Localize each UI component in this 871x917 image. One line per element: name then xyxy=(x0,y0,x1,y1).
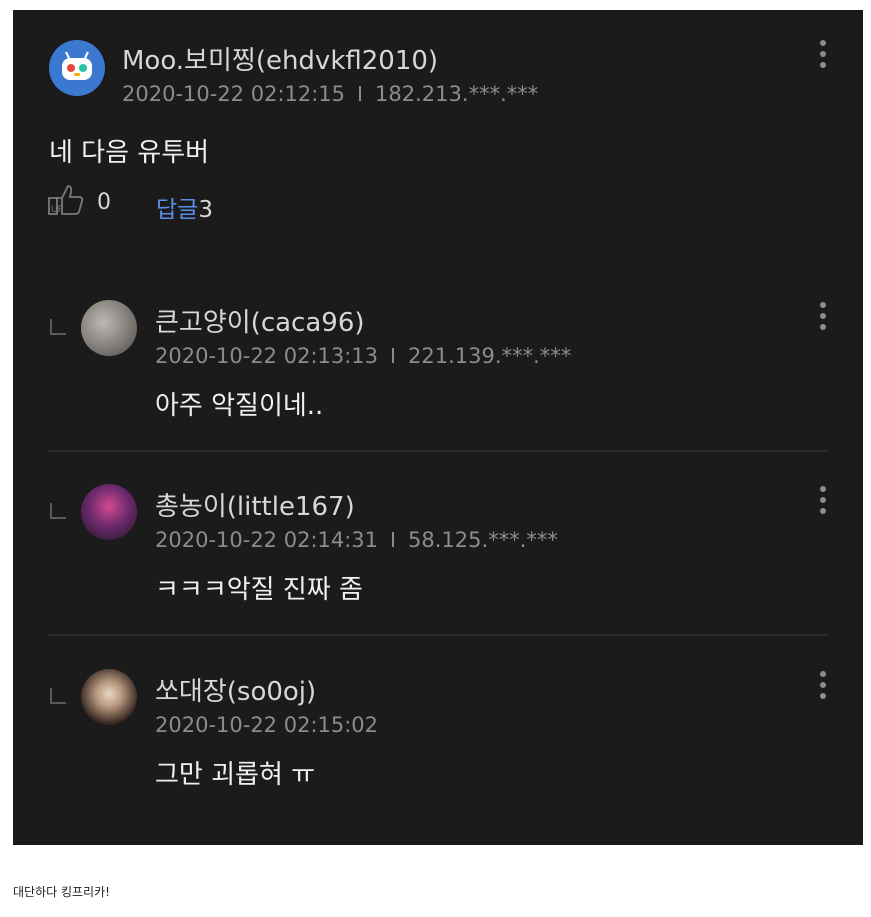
divider xyxy=(48,634,828,636)
comment-author[interactable]: Moo.보미찡(ehdvkfl2010) xyxy=(122,40,438,77)
avatar[interactable] xyxy=(81,300,137,356)
meta-separator xyxy=(392,348,395,363)
reply-indicator-icon xyxy=(50,688,66,704)
post-caption: 대단하다 킹프리카! xyxy=(13,885,110,899)
reply-more-menu-icon[interactable] xyxy=(813,298,833,334)
svg-text:UP: UP xyxy=(51,205,64,215)
reply-text: 그만 괴롭혀 ㅠ xyxy=(155,760,316,790)
reply-link-label: 답글 xyxy=(156,197,199,223)
comment-text: 네 다음 유투버 xyxy=(49,138,210,168)
reply-text: 아주 악질이네.. xyxy=(155,391,324,421)
reply-date: 2020-10-22 02:15:02 xyxy=(155,713,379,737)
divider xyxy=(48,450,828,452)
avatar[interactable] xyxy=(81,484,137,540)
reply-count: 3 xyxy=(198,197,213,223)
comment-ip: 182.213.***.*** xyxy=(375,82,539,106)
reply-ip: 58.125.***.*** xyxy=(408,528,558,552)
reply-meta: 2020-10-22 02:13:13 221.139.***.*** xyxy=(155,344,571,368)
reply-date: 2020-10-22 02:13:13 xyxy=(155,344,379,368)
reply-indicator-icon xyxy=(50,319,66,335)
reply-author[interactable]: 큰고양이(caca96) xyxy=(155,302,365,339)
reply-author[interactable]: 총농이(little167) xyxy=(155,486,355,523)
like-count: 0 xyxy=(97,190,111,215)
reply-indicator-icon xyxy=(50,503,66,519)
like-button[interactable]: UP 0 xyxy=(46,180,116,220)
comment-date: 2020-10-22 02:12:15 xyxy=(122,82,346,106)
reply-meta: 2020-10-22 02:14:31 58.125.***.*** xyxy=(155,528,558,552)
reply-more-menu-icon[interactable] xyxy=(813,482,833,518)
meta-separator xyxy=(392,532,395,547)
reply-ip: 221.139.***.*** xyxy=(408,344,572,368)
comment-meta: 2020-10-22 02:12:15 182.213.***.*** xyxy=(122,82,538,106)
reply-meta: 2020-10-22 02:15:02 xyxy=(155,713,378,737)
reply-date: 2020-10-22 02:14:31 xyxy=(155,528,379,552)
comment-more-menu-icon[interactable] xyxy=(813,36,833,72)
reply-text: ㅋㅋㅋ악질 진짜 좀 xyxy=(155,575,363,605)
comment-thread-screenshot: Moo.보미찡(ehdvkfl2010) 2020-10-22 02:12:15… xyxy=(13,10,863,845)
thumbs-up-icon: UP xyxy=(48,185,84,215)
avatar[interactable] xyxy=(49,40,105,96)
reply-link[interactable]: 답글3 xyxy=(156,190,213,224)
reply-more-menu-icon[interactable] xyxy=(813,667,833,703)
meta-separator xyxy=(359,86,362,101)
avatar[interactable] xyxy=(81,669,137,725)
reply-author[interactable]: 쏘대장(so0oj) xyxy=(155,671,316,708)
